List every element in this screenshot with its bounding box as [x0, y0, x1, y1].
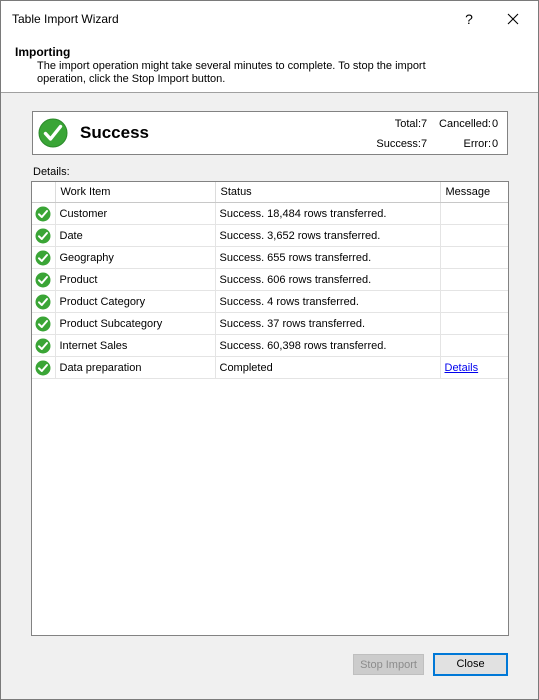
message-cell — [440, 202, 508, 225]
status-cell: Success. 606 rows transferred. — [215, 268, 441, 291]
icon-column-header — [32, 182, 56, 203]
column-header-status[interactable]: Status — [215, 182, 441, 203]
success-check-icon — [35, 250, 51, 265]
success-check-icon — [35, 206, 51, 221]
work-item-cell: Product Category — [55, 290, 216, 313]
work-item-cell: Internet Sales — [55, 334, 216, 357]
message-cell: Details — [440, 356, 508, 379]
page-title: Importing — [15, 45, 71, 59]
status-cell: Success. 37 rows transferred. — [215, 312, 441, 335]
window-title: Table Import Wizard — [12, 12, 119, 26]
message-cell — [440, 290, 508, 313]
page-description: The import operation might take several … — [37, 60, 426, 85]
success-check-icon — [35, 338, 51, 353]
table-row[interactable]: Geography Success. 655 rows transferred. — [32, 246, 508, 269]
table-row[interactable]: Internet Sales Success. 60,398 rows tran… — [32, 334, 508, 357]
summary-status: Success — [80, 123, 149, 142]
status-cell: Completed — [215, 356, 441, 379]
work-item-cell: Customer — [55, 202, 216, 225]
table-row[interactable]: Product Success. 606 rows transferred. — [32, 268, 508, 291]
work-item-cell: Geography — [55, 246, 216, 269]
work-item-cell: Product — [55, 268, 216, 291]
table-row[interactable]: Customer Success. 18,484 rows transferre… — [32, 202, 508, 225]
details-table: Work Item Status Message Customer Succes… — [32, 182, 508, 379]
close-icon — [507, 13, 519, 25]
close-button[interactable]: Close — [433, 653, 508, 676]
title-bar: Table Import Wizard ? — [1, 1, 538, 37]
table-header-row: Work Item Status Message — [32, 182, 508, 203]
stop-import-button[interactable]: Stop Import — [353, 654, 424, 675]
work-item-cell: Product Subcategory — [55, 312, 216, 335]
table-row[interactable]: Product Subcategory Success. 37 rows tra… — [32, 312, 508, 335]
column-header-work-item[interactable]: Work Item — [55, 182, 216, 203]
success-check-icon — [35, 228, 51, 243]
page-header: Importing The import operation might tak… — [1, 37, 538, 93]
work-item-cell: Date — [55, 224, 216, 247]
column-header-message[interactable]: Message — [440, 182, 508, 203]
success-check-icon — [35, 316, 51, 331]
error-label: Error: — [463, 138, 492, 150]
success-value: 7 — [421, 138, 428, 150]
success-label: Success: — [376, 138, 421, 150]
status-cell: Success. 60,398 rows transferred. — [215, 334, 441, 357]
summary-panel: Success Total: 7 Cancelled: 0 Success: 7… — [32, 111, 508, 155]
status-cell: Success. 4 rows transferred. — [215, 290, 441, 313]
details-label: Details: — [33, 166, 70, 178]
message-cell — [440, 268, 508, 291]
message-cell — [440, 312, 508, 335]
total-label: Total: — [394, 118, 421, 130]
table-row[interactable]: Product Category Success. 4 rows transfe… — [32, 290, 508, 313]
total-value: 7 — [421, 118, 428, 130]
error-value: 0 — [492, 138, 499, 150]
details-grid[interactable]: Work Item Status Message Customer Succes… — [31, 181, 509, 636]
success-check-icon — [35, 294, 51, 309]
message-cell — [440, 334, 508, 357]
cancelled-label: Cancelled: — [439, 118, 491, 130]
status-cell: Success. 3,652 rows transferred. — [215, 224, 441, 247]
status-cell: Success. 655 rows transferred. — [215, 246, 441, 269]
cancelled-value: 0 — [492, 118, 499, 130]
status-cell: Success. 18,484 rows transferred. — [215, 202, 441, 225]
success-check-icon — [35, 272, 51, 287]
help-button[interactable]: ? — [459, 7, 479, 31]
wizard-window: Table Import Wizard ? Importing The impo… — [0, 0, 539, 700]
success-check-icon — [38, 118, 68, 148]
work-item-cell: Data preparation — [55, 356, 216, 379]
message-cell — [440, 246, 508, 269]
table-row[interactable]: Data preparation Completed Details — [32, 356, 508, 379]
success-check-icon — [35, 360, 51, 375]
details-link[interactable]: Details — [445, 362, 479, 374]
message-cell — [440, 224, 508, 247]
close-window-button[interactable] — [499, 7, 527, 31]
table-row[interactable]: Date Success. 3,652 rows transferred. — [32, 224, 508, 247]
